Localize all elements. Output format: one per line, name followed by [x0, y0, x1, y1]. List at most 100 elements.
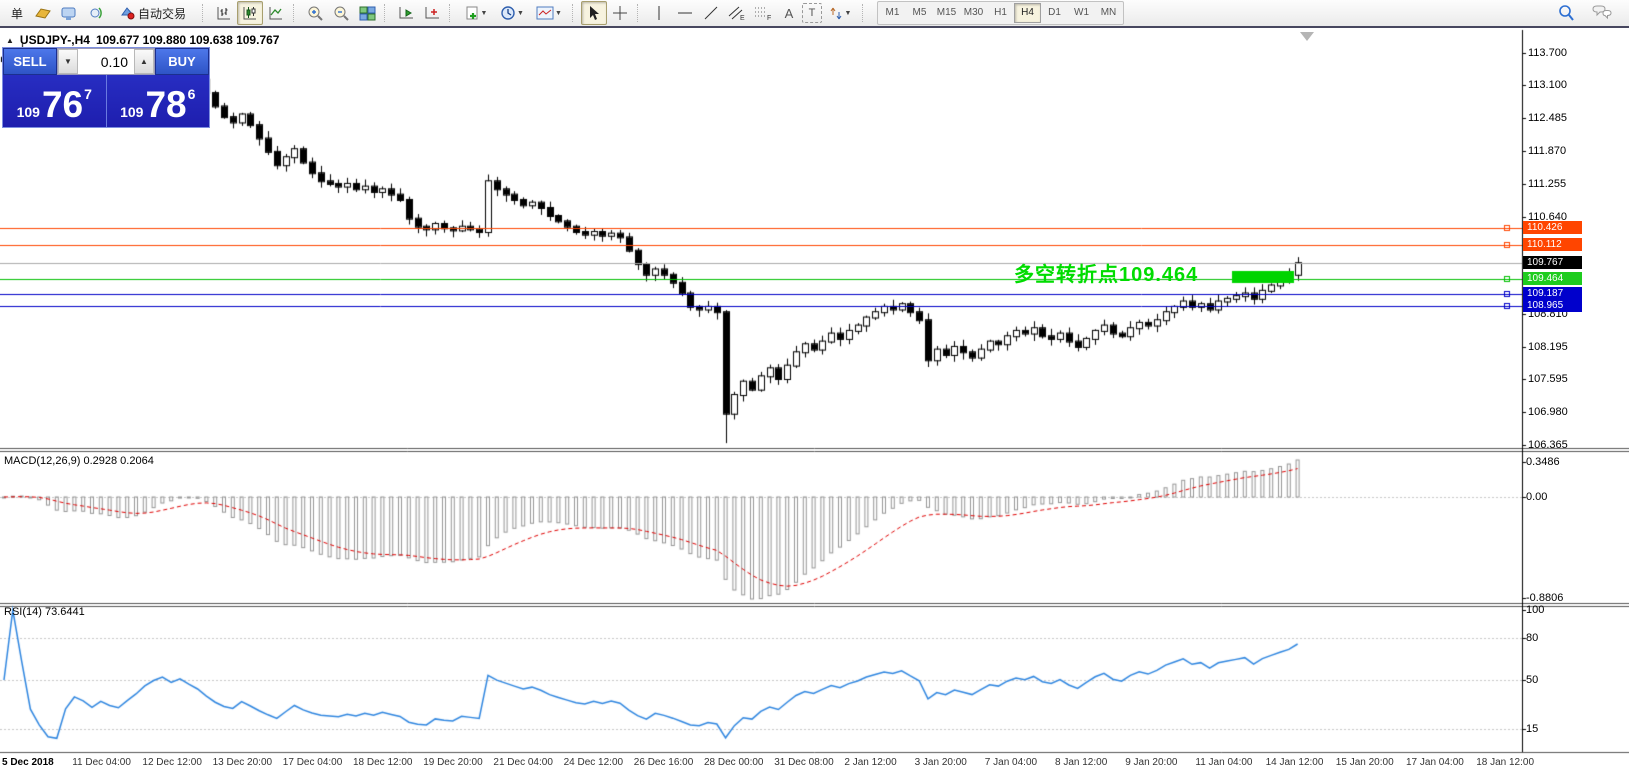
volume-input[interactable]: 0.10 [78, 49, 134, 74]
price-axis-tick: 113.700 [1528, 47, 1567, 59]
volume-decrease-button[interactable]: ▼ [58, 49, 78, 74]
buy-price[interactable]: 109 78 6 [107, 75, 210, 127]
time-axis-label: 21 Dec 04:00 [493, 757, 553, 768]
rsi-axis-tick: 80 [1526, 632, 1538, 644]
time-axis-label: 28 Dec 00:00 [704, 757, 764, 768]
time-axis-label: 18 Dec 12:00 [353, 757, 413, 768]
time-axis-label: 26 Dec 16:00 [634, 757, 694, 768]
time-axis-label: 24 Dec 12:00 [564, 757, 624, 768]
price-axis-tick: 111.870 [1528, 145, 1566, 157]
toolbar-separator [637, 4, 642, 22]
price-axis-tick: 106.365 [1528, 439, 1568, 451]
timeframe-button-h1[interactable]: H1 [987, 3, 1014, 23]
timeframe-group: M1M5M15M30H1H4D1W1MN [877, 1, 1124, 25]
timeframe-button-mn[interactable]: MN [1095, 3, 1122, 23]
quotes-icon[interactable] [30, 1, 56, 25]
candlestick-chart-type-icon[interactable] [237, 1, 263, 25]
toolbar-right [1553, 1, 1625, 25]
pivot-annotation-text[interactable]: 多空转折点109.464 [1014, 258, 1198, 287]
price-axis-tick: 106.980 [1528, 406, 1568, 418]
buy-price-big: 78 [145, 88, 186, 122]
collapse-chart-icon[interactable]: ▲ [6, 36, 14, 45]
toolbar-separator [572, 4, 577, 22]
time-axis-label: 31 Dec 08:00 [774, 757, 834, 768]
fibonacci-tool-icon[interactable]: F [750, 1, 776, 25]
zoom-out-icon[interactable] [328, 1, 354, 25]
arrows-tool-button[interactable]: ▼ [822, 1, 858, 25]
time-axis-label: 17 Jan 04:00 [1406, 757, 1464, 768]
time-axis-label: 12 Dec 12:00 [142, 757, 202, 768]
chart-shift-icon[interactable] [419, 1, 445, 25]
buy-button[interactable]: BUY [155, 48, 209, 75]
text-label-tool-icon[interactable]: T [802, 3, 822, 23]
volume-increase-button[interactable]: ▲ [134, 49, 154, 74]
time-axis-label: 18 Jan 12:00 [1476, 757, 1534, 768]
timeframe-button-m5[interactable]: M5 [906, 3, 933, 23]
tile-windows-icon[interactable] [354, 1, 380, 25]
price-level-tag: 109.464 [1523, 272, 1582, 285]
terminal-icon[interactable] [56, 1, 82, 25]
sell-price[interactable]: 109 76 7 [3, 75, 107, 127]
new-chart-button[interactable]: ▼ [458, 1, 494, 25]
equidistant-channel-tool-icon[interactable]: E [724, 1, 750, 25]
buy-price-pip: 6 [188, 88, 196, 100]
macd-indicator-label: MACD(12,26,9) 0.2928 0.2064 [4, 455, 154, 467]
timeframe-button-h4[interactable]: H4 [1014, 3, 1041, 23]
timeframe-button-m30[interactable]: M30 [960, 3, 987, 23]
trendline-tool-icon[interactable] [698, 1, 724, 25]
dropdown-icon: ▼ [845, 10, 852, 17]
price-level-tag: 108.965 [1523, 299, 1582, 312]
timeframe-button-m1[interactable]: M1 [879, 3, 906, 23]
dropdown-icon: ▼ [481, 10, 488, 17]
sell-button[interactable]: SELL [3, 48, 57, 75]
search-icon[interactable] [1553, 1, 1579, 25]
time-axis-label: 14 Jan 12:00 [1266, 757, 1324, 768]
signals-icon[interactable] [82, 1, 108, 25]
timeframe-button-w1[interactable]: W1 [1068, 3, 1095, 23]
templates-button[interactable]: ▼ [530, 1, 568, 25]
svg-text:F: F [767, 15, 771, 21]
cursor-tool-icon[interactable] [581, 1, 607, 25]
macd-axis-tick: 0.00 [1526, 491, 1547, 503]
rsi-axis-tick: 15 [1526, 723, 1538, 735]
toolbar-separator [384, 4, 389, 22]
text-tool-icon[interactable]: A [776, 1, 802, 25]
price-level-tag: 109.767 [1523, 256, 1582, 269]
macd-axis-tick: 0.3486 [1526, 456, 1560, 468]
toolbar-separator [449, 4, 454, 22]
time-axis-label: 19 Dec 20:00 [423, 757, 483, 768]
periods-button[interactable]: ▼ [494, 1, 530, 25]
one-click-trading-panel: SELL ▼ 0.10 ▲ BUY 109 76 7 109 78 6 [2, 47, 210, 128]
chart-title: ▲ USDJPY-,H4 109.677 109.880 109.638 109… [6, 33, 279, 47]
vertical-line-tool-icon[interactable] [646, 1, 672, 25]
timeframe-button-d1[interactable]: D1 [1041, 3, 1068, 23]
time-axis-label: 11 Jan 04:00 [1195, 757, 1252, 768]
rsi-axis-tick: 50 [1526, 674, 1538, 686]
new-order-button[interactable]: 单 [4, 1, 30, 25]
dropdown-icon: ▼ [517, 10, 524, 17]
timeframe-button-m15[interactable]: M15 [933, 3, 960, 23]
price-level-tag: 110.426 [1523, 221, 1582, 234]
auto-scroll-icon[interactable] [393, 1, 419, 25]
crosshair-tool-icon[interactable] [607, 1, 633, 25]
bar-chart-type-icon[interactable] [211, 1, 237, 25]
sell-price-big: 76 [42, 88, 83, 122]
price-axis-tick: 107.595 [1528, 373, 1568, 385]
autotrading-button[interactable]: 自动交易 [108, 1, 198, 25]
toolbar-separator [862, 4, 867, 22]
chart-canvas[interactable] [0, 0, 1629, 776]
price-axis-tick: 113.100 [1528, 79, 1567, 91]
zoom-in-icon[interactable] [302, 1, 328, 25]
sell-price-prefix: 109 [17, 102, 40, 122]
line-chart-type-icon[interactable] [263, 1, 289, 25]
chat-icon[interactable] [1589, 1, 1615, 25]
time-axis-label: 17 Dec 04:00 [283, 757, 343, 768]
main-toolbar: 单 自动交易 ▼ ▼ [0, 0, 1629, 28]
horizontal-line-tool-icon[interactable] [672, 1, 698, 25]
price-axis-tick: 111.255 [1528, 178, 1566, 190]
rsi-indicator-label: RSI(14) 73.6441 [4, 606, 85, 618]
dropdown-icon: ▼ [555, 10, 562, 17]
volume-stepper: ▼ 0.10 ▲ [57, 48, 155, 75]
chart-shift-marker[interactable] [1300, 32, 1314, 41]
time-axis-label: 7 Jan 04:00 [985, 757, 1037, 768]
